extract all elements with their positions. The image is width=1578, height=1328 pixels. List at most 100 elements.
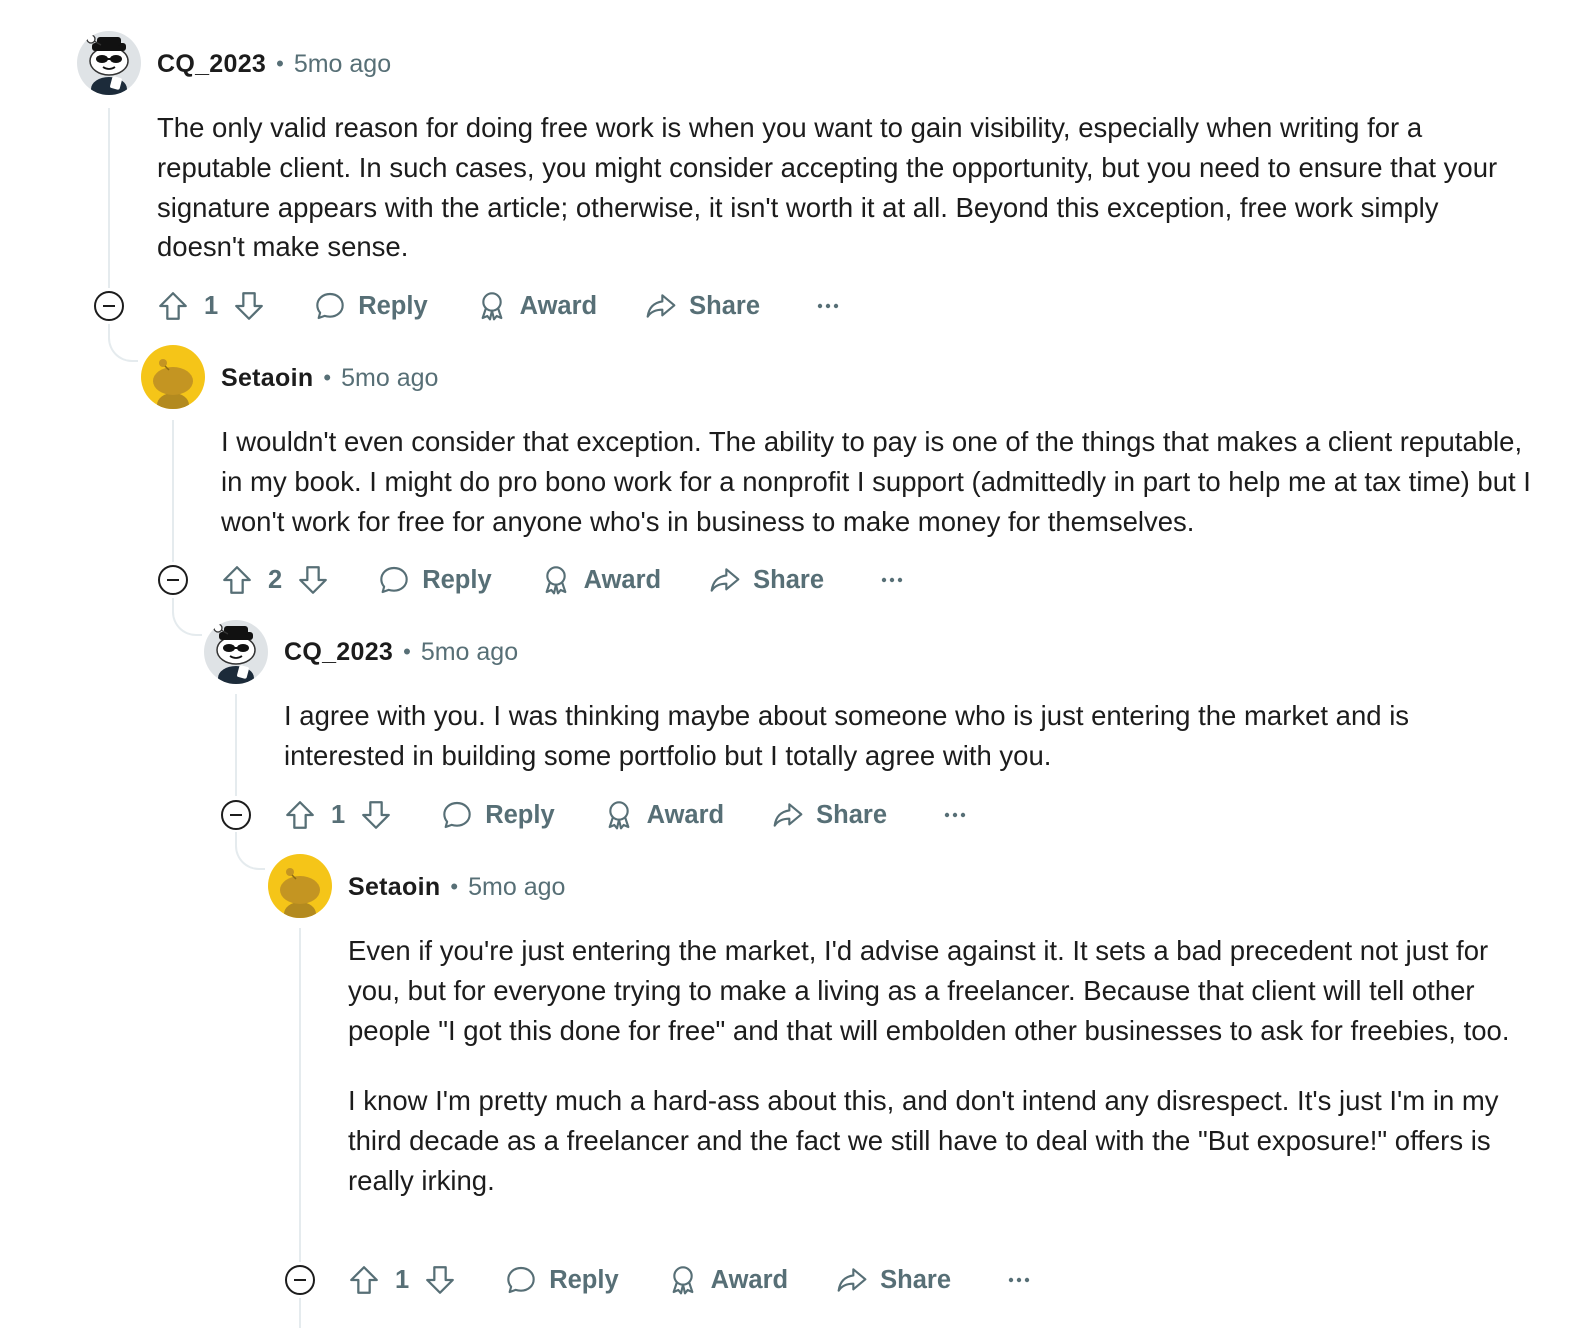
author-name[interactable]: Setaoin [348,873,440,902]
comment-paragraph: The only valid reason for doing free wor… [157,112,1498,263]
snoo-sunglasses-avatar-icon [204,620,268,684]
upvote-arrow-icon[interactable] [347,1263,381,1297]
vote-group: 1 [156,289,266,323]
comment-actions: 1 Reply Award Share [347,1260,1031,1300]
share-button[interactable]: Share [645,290,760,322]
award-label: Award [583,565,662,594]
comment-actions: 1 Reply Award Share [283,795,967,835]
timestamp[interactable]: 5mo ago [341,364,438,393]
avatar[interactable] [77,31,141,95]
thread-line [235,694,237,796]
award-label: Award [646,800,725,829]
downvote-arrow-icon[interactable] [359,798,393,832]
reply-label: Reply [485,800,555,829]
share-arrow-icon [837,1268,867,1292]
thread-line [172,420,174,562]
meta-separator: • [323,365,332,390]
ellipsis-icon [881,577,903,583]
upvote-arrow-icon[interactable] [156,289,190,323]
reply-label: Reply [549,1265,619,1294]
comment-actions: 1 Reply Award Share [156,286,840,326]
avatar[interactable] [141,345,205,409]
comment-body: Even if you're just entering the market,… [348,931,1528,1201]
share-arrow-icon [646,294,676,318]
speech-bubble-icon [443,801,471,829]
award-button[interactable]: Award [667,1264,788,1296]
vote-score: 1 [395,1265,410,1294]
author-name[interactable]: CQ_2023 [157,50,266,79]
share-label: Share [689,291,760,320]
meta-separator: • [403,639,411,664]
share-label: Share [753,565,824,594]
collapse-thread-icon[interactable] [284,1264,316,1296]
more-options-button[interactable] [1007,1276,1031,1284]
more-options-button[interactable] [880,576,904,584]
more-options-button[interactable] [816,302,840,310]
author-name[interactable]: Setaoin [221,364,313,393]
vote-group: 1 [283,798,393,832]
reply-button[interactable]: Reply [441,799,555,831]
comment-body: The only valid reason for doing free wor… [157,108,1527,267]
award-button[interactable]: Award [476,290,597,322]
award-ribbon-icon [608,801,630,830]
snoo-sunglasses-avatar-icon [77,31,141,95]
snoo-yellow-avatar-icon [141,345,205,409]
thread-line [299,1298,301,1328]
speech-bubble-icon [380,566,408,594]
award-ribbon-icon [545,566,567,595]
vote-group: 2 [220,563,330,597]
share-button[interactable]: Share [709,564,824,596]
timestamp[interactable]: 5mo ago [421,638,518,667]
award-label: Award [710,1265,789,1294]
comment-paragraph: I agree with you. I was thinking maybe a… [284,700,1410,771]
reply-button[interactable]: Reply [378,564,492,596]
comment-body: I wouldn't even consider that exception.… [221,422,1531,541]
vote-score: 1 [204,291,219,320]
award-button[interactable]: Award [540,564,661,596]
speech-bubble-icon [507,1266,535,1294]
vote-group: 1 [347,1263,457,1297]
thread-elbow [235,832,265,870]
meta-separator: • [276,51,284,76]
reply-button[interactable]: Reply [505,1264,619,1296]
ellipsis-icon [1008,1277,1030,1283]
award-ribbon-icon [481,292,503,321]
thread-elbow [108,324,138,362]
share-button[interactable]: Share [772,799,887,831]
upvote-arrow-icon[interactable] [220,563,254,597]
award-ribbon-icon [672,1266,694,1295]
meta-separator: • [450,874,459,899]
vote-score: 1 [331,800,346,829]
author-name[interactable]: CQ_2023 [284,638,393,667]
thread-line [108,108,110,288]
avatar[interactable] [268,854,332,918]
share-arrow-icon [773,803,803,827]
avatar[interactable] [204,620,268,684]
downvote-arrow-icon[interactable] [232,289,266,323]
ellipsis-icon [817,303,839,309]
comment-body: I agree with you. I was thinking maybe a… [284,696,1524,776]
vote-score: 2 [268,565,283,594]
share-label: Share [880,1265,951,1294]
collapse-thread-icon[interactable] [220,799,252,831]
comment-paragraph: I know I'm pretty much a hard-ass about … [348,1085,1499,1196]
award-button[interactable]: Award [603,799,724,831]
share-button[interactable]: Share [836,1264,951,1296]
reply-label: Reply [422,565,492,594]
reply-label: Reply [358,291,428,320]
comment-paragraph: Even if you're just entering the market,… [348,935,1510,1046]
downvote-arrow-icon[interactable] [296,563,330,597]
reply-button[interactable]: Reply [314,290,428,322]
upvote-arrow-icon[interactable] [283,798,317,832]
comment-actions: 2 Reply Award Share [220,560,904,600]
thread-line [299,928,301,1262]
timestamp[interactable]: 5mo ago [468,873,565,902]
ellipsis-icon [944,812,966,818]
more-options-button[interactable] [943,811,967,819]
timestamp[interactable]: 5mo ago [294,50,391,79]
collapse-thread-icon[interactable] [93,290,125,322]
collapse-thread-icon[interactable] [157,564,189,596]
share-label: Share [816,800,887,829]
downvote-arrow-icon[interactable] [423,1263,457,1297]
share-arrow-icon [710,568,740,592]
